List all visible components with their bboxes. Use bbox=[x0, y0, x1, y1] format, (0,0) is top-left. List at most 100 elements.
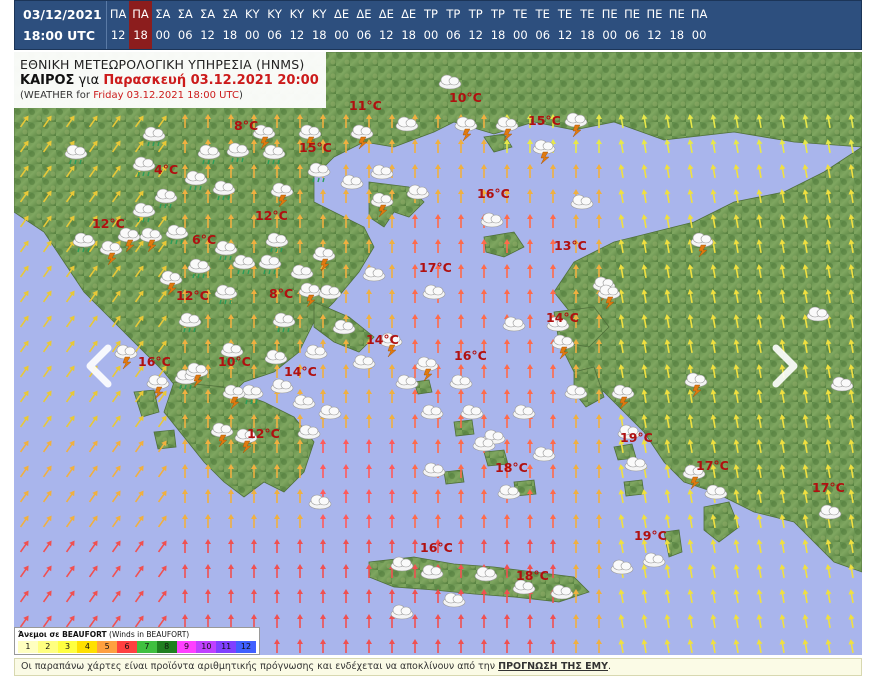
current-datetime: 03/12/2021 18:00 UTC bbox=[15, 1, 107, 49]
slot-hour: 00 bbox=[513, 28, 528, 42]
slot-hour: 12 bbox=[289, 28, 305, 42]
hnms-forecast-link[interactable]: ΠΡΟΓΝΩΣΗ ΤΗΣ ΕΜΥ bbox=[498, 661, 608, 672]
time-slot[interactable]: ΠΕ 12 bbox=[643, 1, 665, 49]
time-slot[interactable]: ΚΥ 12 bbox=[286, 1, 308, 49]
slot-hour: 06 bbox=[356, 28, 372, 42]
temperature-label: 16°C bbox=[138, 354, 171, 369]
time-slot[interactable]: ΤΕ 18 bbox=[576, 1, 598, 49]
slot-day: ΣΑ bbox=[199, 7, 216, 21]
slot-day: ΠΕ bbox=[668, 7, 685, 21]
time-slot[interactable]: ΤΡ 00 bbox=[420, 1, 442, 49]
time-slot[interactable]: ΣΑ 00 bbox=[152, 1, 174, 49]
disclaimer-end: . bbox=[608, 661, 612, 672]
slot-day: ΣΑ bbox=[177, 7, 193, 21]
legend-step: 1 bbox=[18, 641, 38, 653]
slot-day: ΤΡ bbox=[424, 7, 438, 21]
time-slot[interactable]: ΠΕ 18 bbox=[666, 1, 688, 49]
time-slot[interactable]: ΠΑ 00 bbox=[688, 1, 710, 49]
temperature-label: 10°C bbox=[449, 90, 482, 105]
slot-hour: 00 bbox=[423, 28, 439, 42]
time-slot[interactable]: ΔΕ 18 bbox=[397, 1, 419, 49]
temperature-label: 17°C bbox=[696, 458, 729, 473]
time-slot[interactable]: ΠΕ 00 bbox=[599, 1, 621, 49]
slot-day: ΤΕ bbox=[535, 7, 550, 21]
temperature-label: 17°C bbox=[812, 480, 845, 495]
slot-hour: 18 bbox=[490, 28, 506, 42]
temperature-label: 16°C bbox=[420, 540, 453, 555]
slot-day: ΚΥ bbox=[244, 7, 260, 21]
temperature-label: 13°C bbox=[554, 238, 587, 253]
temperature-label: 11°C bbox=[349, 98, 382, 113]
time-slot[interactable]: ΤΡ 12 bbox=[465, 1, 487, 49]
forecast-title-en: (WEATHER for Friday 03.12.2021 18:00 UTC… bbox=[20, 90, 320, 101]
temperature-label: 19°C bbox=[620, 430, 653, 445]
temperature-label: 14°C bbox=[546, 310, 579, 325]
chevron-left-icon bbox=[86, 344, 112, 388]
time-slot[interactable]: ΤΕ 06 bbox=[532, 1, 554, 49]
time-slot[interactable]: ΤΕ 12 bbox=[554, 1, 576, 49]
current-date: 03/12/2021 bbox=[23, 7, 102, 22]
slot-hour: 12 bbox=[200, 28, 215, 42]
time-slot[interactable]: ΣΑ 12 bbox=[196, 1, 218, 49]
time-slot[interactable]: ΣΑ 18 bbox=[219, 1, 241, 49]
legend-step: 12 bbox=[236, 641, 256, 653]
temperature-label: 12°C bbox=[176, 288, 209, 303]
temperature-label: 16°C bbox=[454, 348, 487, 363]
legend-step: 3 bbox=[57, 641, 78, 653]
legend-title: Άνεμοι σε BEAUFORT (Winds in BEAUFORT) bbox=[15, 628, 259, 639]
slot-hour: 06 bbox=[177, 28, 193, 42]
time-slot[interactable]: ΚΥ 18 bbox=[308, 1, 330, 49]
next-button[interactable] bbox=[766, 344, 802, 388]
slot-day: ΠΑ bbox=[109, 7, 127, 21]
slot-day: ΔΕ bbox=[356, 7, 372, 21]
temperature-label: 18°C bbox=[516, 568, 549, 583]
slot-day: ΠΕ bbox=[624, 7, 641, 21]
legend-title-gr: Άνεμοι σε BEAUFORT bbox=[18, 630, 107, 639]
time-slot[interactable]: ΚΥ 06 bbox=[263, 1, 285, 49]
slot-day: ΤΡ bbox=[446, 7, 461, 21]
slot-hour: 06 bbox=[446, 28, 461, 42]
slot-day: ΤΕ bbox=[513, 7, 528, 21]
temperature-label: 8°C bbox=[269, 286, 293, 301]
time-slot[interactable]: ΣΑ 06 bbox=[174, 1, 196, 49]
slot-day: ΚΥ bbox=[267, 7, 282, 21]
temperature-label: 12°C bbox=[255, 208, 288, 223]
time-slot[interactable]: ΤΡ 18 bbox=[487, 1, 509, 49]
time-slot[interactable]: ΔΕ 06 bbox=[353, 1, 375, 49]
time-slot[interactable]: ΠΑ 12 bbox=[107, 1, 129, 49]
slot-day: ΔΕ bbox=[378, 7, 394, 21]
temperature-label: 6°C bbox=[192, 232, 216, 247]
legend-step: 6 bbox=[117, 641, 137, 653]
temperature-label: 16°C bbox=[477, 186, 510, 201]
legend-step: 8 bbox=[156, 641, 177, 653]
en-suffix: ) bbox=[238, 90, 243, 101]
time-slot[interactable]: ΔΕ 00 bbox=[330, 1, 352, 49]
temperature-label: 4°C bbox=[154, 162, 178, 177]
slot-hour: 18 bbox=[133, 28, 148, 42]
weather-map: 11°C 10°C 8°C 15°C 15°C 4°C 16°C 12°C 12°C 6°C 13°… bbox=[14, 52, 862, 655]
previous-button[interactable] bbox=[82, 344, 118, 388]
time-slot[interactable]: ΔΕ 12 bbox=[375, 1, 397, 49]
en-prefix: (WEATHER for bbox=[20, 90, 90, 101]
temperature-label: 15°C bbox=[528, 113, 561, 128]
disclaimer: Οι παραπάνω χάρτες είναι προϊόντα αριθμη… bbox=[14, 658, 862, 676]
slot-hour: 12 bbox=[110, 28, 126, 42]
slot-day: ΤΕ bbox=[580, 7, 595, 21]
map-canvas: 11°C 10°C 8°C 15°C 15°C 4°C 16°C 12°C 12°C 6°C 13°… bbox=[14, 52, 862, 655]
weather-label: ΚΑΙΡΟΣ bbox=[20, 73, 75, 88]
agency-name: ΕΘΝΙΚΗ ΜΕΤΕΩΡΟΛΟΓΙΚΗ ΥΠΗΡΕΣΙΑ (HNMS) bbox=[20, 57, 305, 72]
time-slot[interactable]: ΠΕ 06 bbox=[621, 1, 643, 49]
time-slot[interactable]: ΚΥ 00 bbox=[241, 1, 263, 49]
time-slot[interactable]: ΤΕ 00 bbox=[509, 1, 531, 49]
slot-day: ΣΑ bbox=[222, 7, 238, 21]
slot-hour: 18 bbox=[669, 28, 685, 42]
slot-day: ΠΕ bbox=[601, 7, 618, 21]
time-slot[interactable]: ΠΑ 18 bbox=[129, 1, 152, 49]
forecast-timeline: 03/12/2021 18:00 UTC ΠΑ 12 ΠΑ 18 ΣΑ 00 ΣΑ 06 ΣΑ 1… bbox=[14, 0, 862, 50]
slot-day: ΚΥ bbox=[289, 7, 305, 21]
slot-hour: 12 bbox=[378, 28, 394, 42]
slot-hour: 00 bbox=[334, 28, 349, 42]
time-slot[interactable]: ΤΡ 06 bbox=[442, 1, 464, 49]
slot-hour: 00 bbox=[602, 28, 618, 42]
legend-step: 5 bbox=[97, 641, 118, 653]
